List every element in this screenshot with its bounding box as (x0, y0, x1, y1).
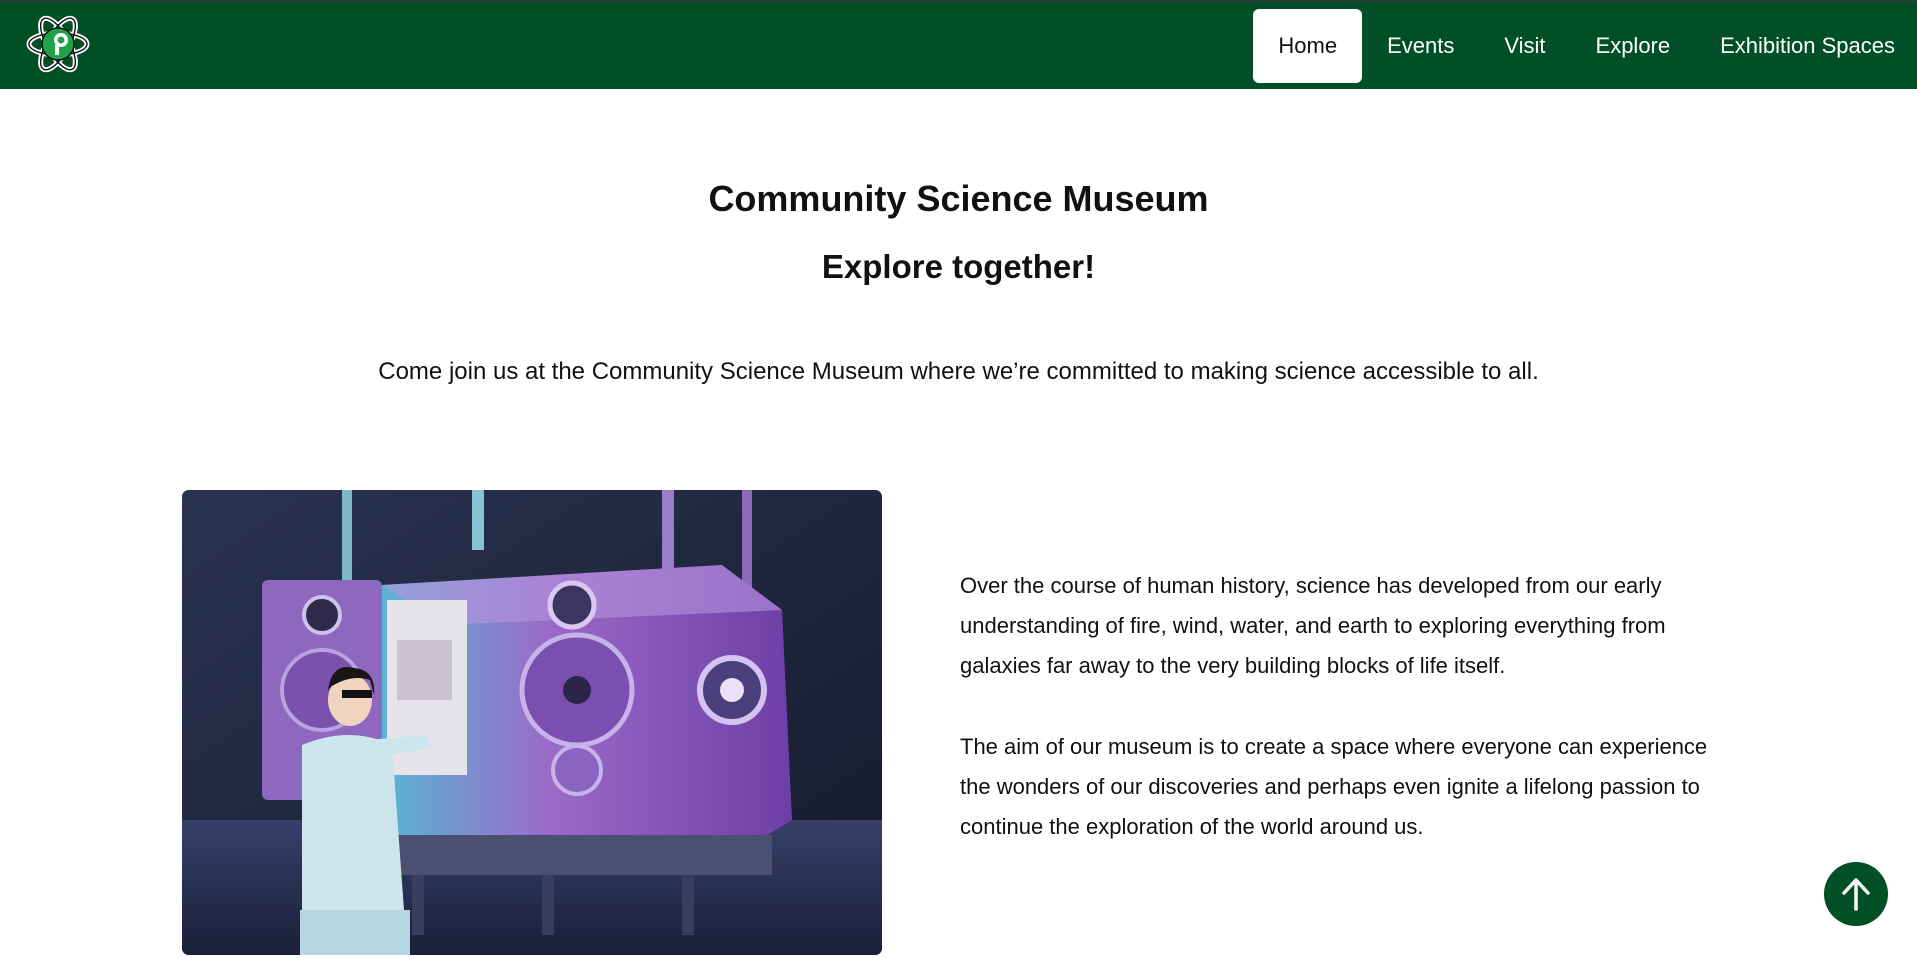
main-nav: Home Events Visit Explore Exhibition Spa… (1253, 8, 1917, 84)
nav-explore[interactable]: Explore (1571, 9, 1696, 83)
top-navigation-bar: Home Events Visit Explore Exhibition Spa… (0, 0, 1917, 89)
arrow-up-icon (1842, 878, 1870, 911)
nav-exhibition-spaces[interactable]: Exhibition Spaces (1695, 9, 1917, 83)
page-title: Community Science Museum (708, 178, 1209, 219)
page-subtitle: Explore together! (821, 248, 1096, 285)
back-to-top-button[interactable] (1824, 862, 1888, 926)
about-paragraph-2: The aim of our museum is to create a spa… (960, 734, 1708, 839)
nav-home[interactable]: Home (1253, 9, 1363, 83)
intro-text: Come join us at the Community Science Mu… (378, 358, 1539, 385)
atom-logo-icon[interactable] (26, 11, 90, 77)
lab-photo (182, 490, 882, 955)
about-paragraph-1: Over the course of human history, scienc… (960, 573, 1666, 678)
about-text: Over the course of human history, scienc… (960, 566, 1730, 888)
nav-events[interactable]: Events (1362, 9, 1479, 83)
nav-visit[interactable]: Visit (1479, 9, 1570, 83)
